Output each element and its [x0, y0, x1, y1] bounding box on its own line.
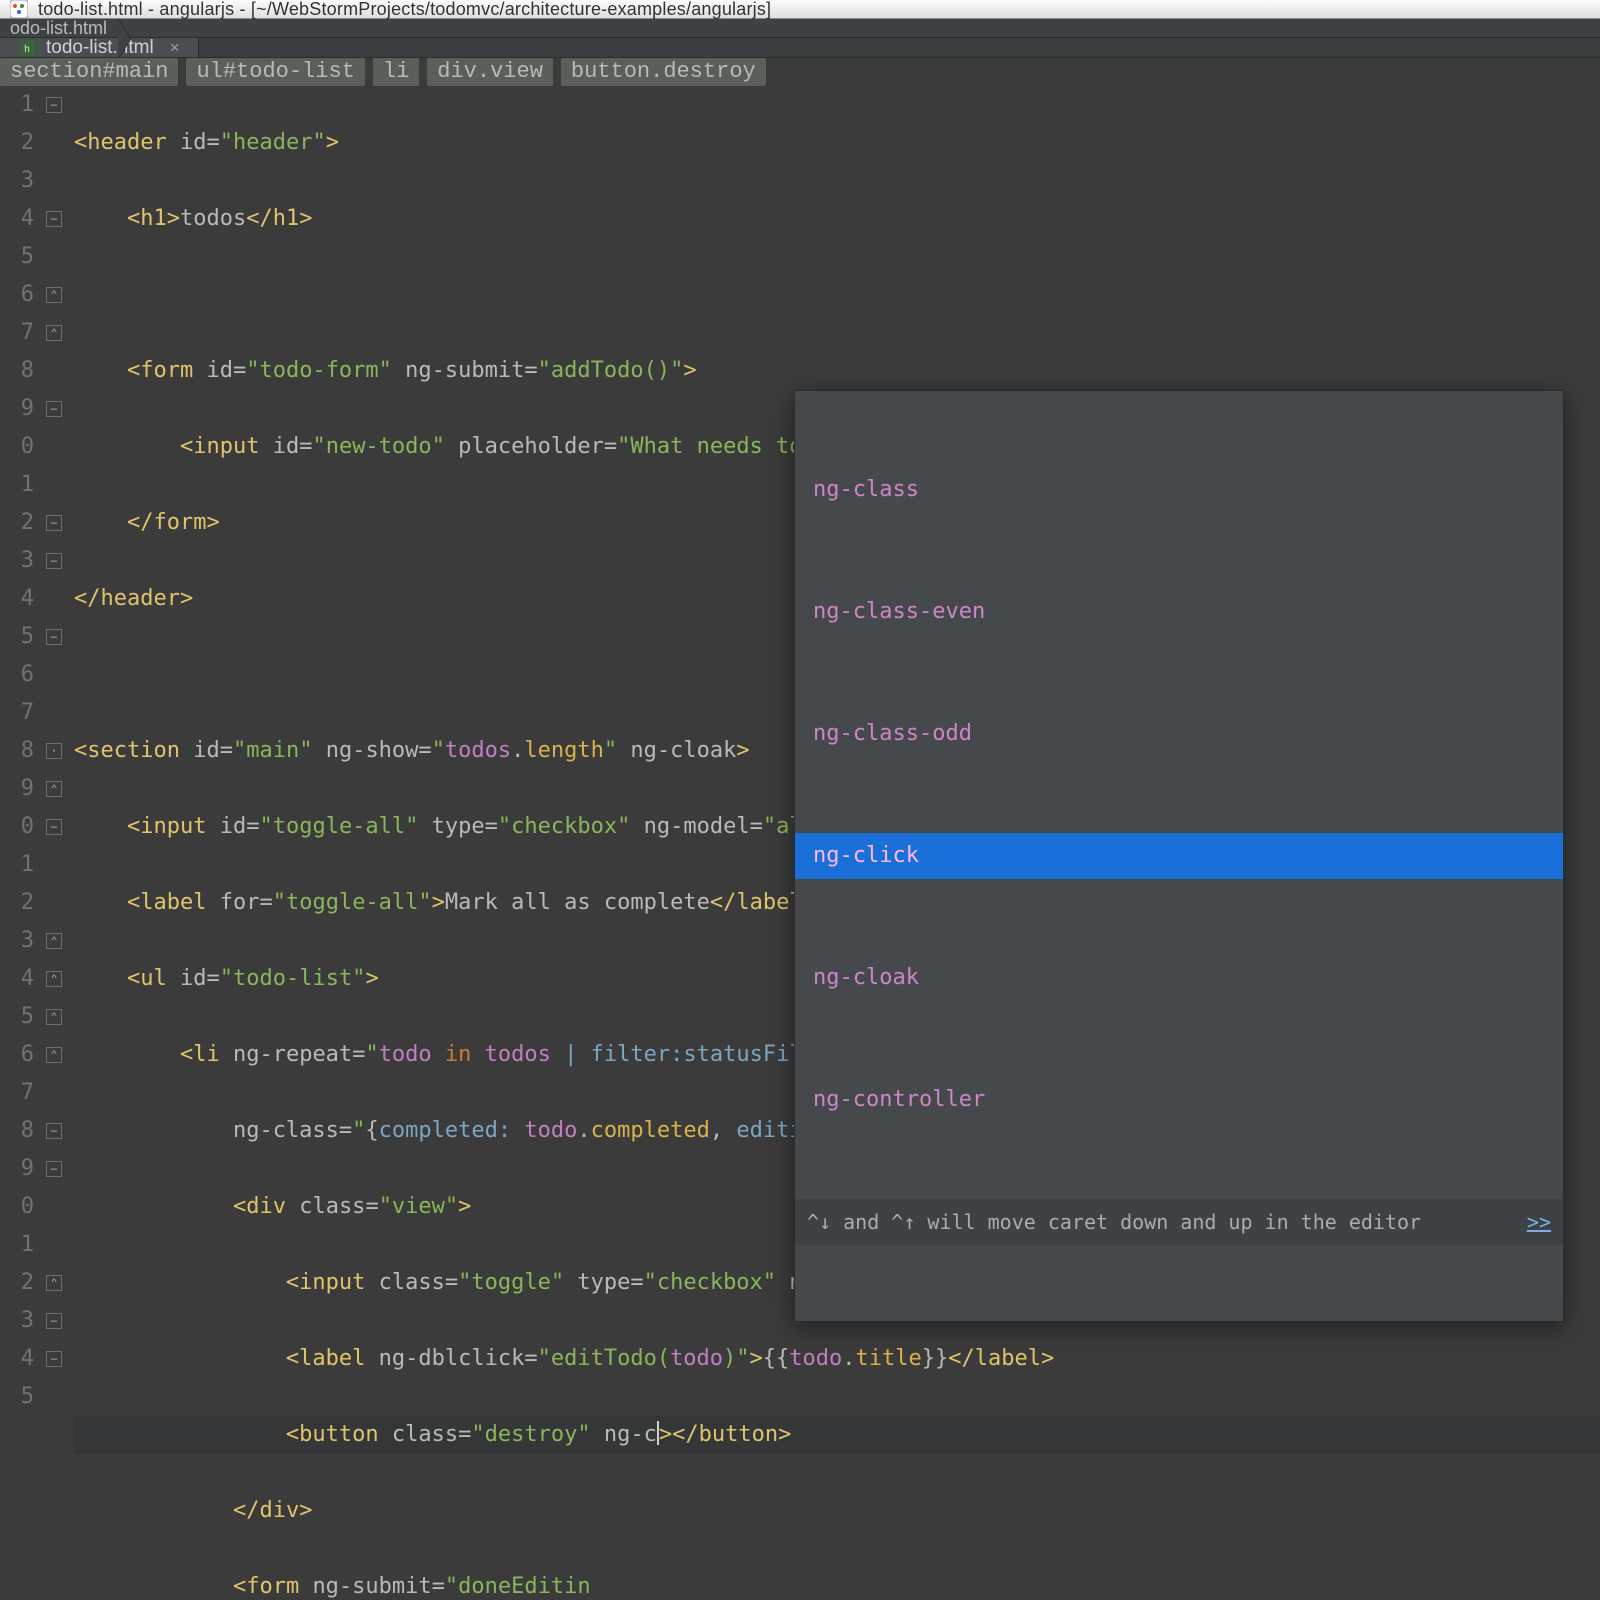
line-number: 2: [0, 1264, 34, 1302]
line-number: 5: [0, 618, 34, 656]
fold-toggle-icon[interactable]: −: [46, 819, 62, 835]
autocomplete-hint-text: ^↓ and ^↑ will move caret down and up in…: [807, 1203, 1421, 1241]
autocomplete-hint: ^↓ and ^↑ will move caret down and up in…: [795, 1199, 1563, 1245]
line-number: 2: [0, 124, 34, 162]
line-number: 6: [0, 656, 34, 694]
line-number: 3: [0, 922, 34, 960]
line-number: 7: [0, 314, 34, 352]
line-number: 7: [0, 694, 34, 732]
fold-toggle-icon[interactable]: ⌃: [46, 287, 62, 303]
line-number: 3: [0, 162, 34, 200]
dom-seg[interactable]: section#main: [0, 58, 178, 86]
line-number: 4: [0, 580, 34, 618]
fold-toggle-icon[interactable]: −: [46, 629, 62, 645]
line-number: 5: [0, 998, 34, 1036]
fold-toggle-icon[interactable]: ⌃: [46, 325, 62, 341]
fold-toggle-icon[interactable]: ·: [46, 743, 62, 759]
fold-gutter: − − ⌃ ⌃ − − − − · ⌃ − ⌃ ⌃ ⌃ ⌃ − − ⌃ − −: [40, 86, 74, 1600]
autocomplete-option[interactable]: ng-cloak: [795, 955, 1563, 1001]
fold-toggle-icon[interactable]: ⌃: [46, 1275, 62, 1291]
editor: 12345678901234567890123456789012345 −−⌃⌃…: [0, 86, 1600, 1600]
breadcrumb-item[interactable]: odo-list.html: [0, 19, 121, 37]
line-number: 3: [0, 1302, 34, 1340]
line-number: 3: [0, 542, 34, 580]
fold-toggle-icon[interactable]: −: [46, 1313, 62, 1329]
fold-toggle-icon[interactable]: ⌃: [46, 1047, 62, 1063]
line-number: 1: [0, 466, 34, 504]
svg-text:h: h: [24, 44, 30, 55]
line-number: 0: [0, 1188, 34, 1226]
line-number: 1: [0, 846, 34, 884]
editor-tabs: h todo-list.html ×: [0, 38, 1600, 58]
fold-toggle-icon[interactable]: ⌃: [46, 933, 62, 949]
line-number: 1: [0, 1226, 34, 1264]
breadcrumb-label: odo-list.html: [10, 19, 107, 37]
nav-breadcrumb: odo-list.html: [0, 19, 1600, 38]
tab-todo-list[interactable]: h todo-list.html ×: [0, 38, 199, 57]
fold-toggle-icon[interactable]: −: [46, 401, 62, 417]
line-number: 4: [0, 200, 34, 238]
fold-toggle-icon[interactable]: ⌃: [46, 781, 62, 797]
html-file-icon: h: [18, 39, 36, 57]
dom-seg[interactable]: ul#todo-list: [186, 58, 364, 86]
line-number: 6: [0, 276, 34, 314]
ide-window: todo-list.html - angularjs - [~/WebStorm…: [0, 0, 1600, 1600]
close-icon[interactable]: ×: [170, 39, 180, 56]
line-number: 2: [0, 504, 34, 542]
line-number: 4: [0, 960, 34, 998]
autocomplete-option[interactable]: ng-class-odd: [795, 711, 1563, 757]
app-icon: [10, 0, 28, 18]
line-number: 5: [0, 238, 34, 276]
tab-label: todo-list.html: [46, 38, 154, 57]
line-gutter: 12345678901234567890123456789012345: [0, 86, 40, 1600]
fold-toggle-icon[interactable]: ⌃: [46, 1009, 62, 1025]
window-title: todo-list.html - angularjs - [~/WebStorm…: [38, 0, 771, 18]
line-number: 9: [0, 770, 34, 808]
line-number: 8: [0, 1112, 34, 1150]
line-number: 8: [0, 732, 34, 770]
line-number: 5: [0, 1378, 34, 1416]
line-number: 6: [0, 1036, 34, 1074]
autocomplete-more-link[interactable]: >>: [1527, 1203, 1551, 1241]
dom-seg[interactable]: div.view: [427, 58, 553, 86]
dom-seg[interactable]: li: [373, 58, 419, 86]
line-number: 9: [0, 390, 34, 428]
autocomplete-option[interactable]: ng-controller: [795, 1077, 1563, 1123]
line-number: 0: [0, 808, 34, 846]
autocomplete-option[interactable]: ng-class-even: [795, 589, 1563, 635]
line-number: 2: [0, 884, 34, 922]
line-number: 4: [0, 1340, 34, 1378]
autocomplete-option-selected[interactable]: ng-click: [795, 833, 1563, 879]
fold-toggle-icon[interactable]: −: [46, 97, 62, 113]
line-number: 7: [0, 1074, 34, 1112]
fold-toggle-icon[interactable]: −: [46, 515, 62, 531]
dom-seg[interactable]: button.destroy: [561, 58, 766, 86]
line-number: 9: [0, 1150, 34, 1188]
fold-toggle-icon[interactable]: ⌃: [46, 971, 62, 987]
autocomplete-popup[interactable]: ng-class ng-class-even ng-class-odd ng-c…: [794, 390, 1564, 1322]
fold-toggle-icon[interactable]: −: [46, 1123, 62, 1139]
line-number: 0: [0, 428, 34, 466]
fold-toggle-icon[interactable]: −: [46, 211, 62, 227]
fold-toggle-icon[interactable]: −: [46, 553, 62, 569]
fold-toggle-icon[interactable]: −: [46, 1161, 62, 1177]
titlebar: todo-list.html - angularjs - [~/WebStorm…: [0, 0, 1600, 19]
code-area[interactable]: <header id="header"> <h1>todos</h1> <for…: [74, 86, 1600, 1600]
dom-breadcrumb: section#main ul#todo-list li div.view bu…: [0, 58, 1600, 86]
line-number: 1: [0, 86, 34, 124]
fold-toggle-icon[interactable]: −: [46, 1351, 62, 1367]
line-number: 8: [0, 352, 34, 390]
autocomplete-option[interactable]: ng-class: [795, 467, 1563, 513]
